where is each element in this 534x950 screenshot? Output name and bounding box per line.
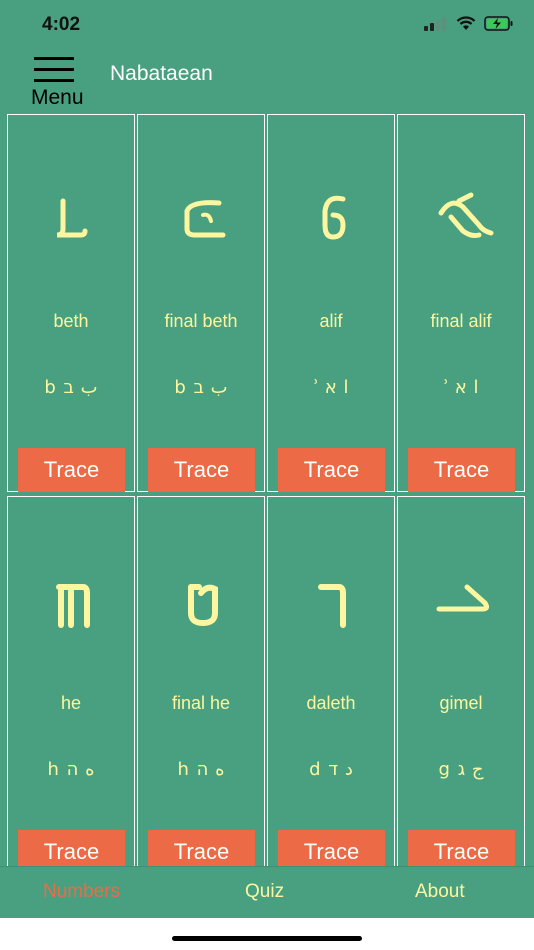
menu-label: Menu [31, 86, 84, 109]
menu-button[interactable]: Menu [30, 52, 100, 110]
home-indicator-area [0, 918, 534, 950]
letter-name: he [60, 693, 82, 713]
letter-name: gimel [439, 693, 483, 713]
letter-card-gimel: gimel g ج ג Trace [397, 496, 525, 866]
tab-quiz[interactable]: Quiz [245, 881, 284, 903]
letter-transliteration: b ب ב [44, 377, 98, 398]
trace-button[interactable]: Trace [18, 448, 125, 492]
bottom-tab-bar: Numbers Quiz About [0, 866, 534, 919]
letter-transliteration: d د ד [309, 759, 353, 780]
status-icons [424, 16, 514, 31]
trace-button[interactable]: Trace [408, 830, 515, 866]
letter-transliteration: ʾ ا א [443, 377, 479, 398]
letter-transliteration: h ه ה [47, 759, 95, 780]
nabataean-final-beth-glyph [138, 171, 264, 261]
nabataean-daleth-glyph [268, 553, 394, 643]
letter-transliteration: h ه ה [177, 759, 225, 780]
trace-button[interactable]: Trace [278, 830, 385, 866]
status-time: 4:02 [42, 14, 81, 35]
tab-about[interactable]: About [415, 881, 465, 903]
letter-transliteration: ʾ ا א [313, 377, 349, 398]
letter-card-alif: alif ʾ ا א Trace [267, 114, 395, 492]
trace-button[interactable]: Trace [18, 830, 125, 866]
nabataean-gimel-glyph [398, 553, 524, 643]
status-bar: 4:02 [0, 0, 534, 50]
trace-button[interactable]: Trace [278, 448, 385, 492]
nabataean-he-glyph [8, 553, 134, 643]
trace-button[interactable]: Trace [148, 830, 255, 866]
letter-card-beth: beth b ب ב Trace [7, 114, 135, 492]
hamburger-menu-icon [34, 57, 74, 82]
letter-name: alif [319, 311, 343, 331]
letter-name: daleth [306, 693, 356, 713]
letter-card-final-alif: final alif ʾ ا א Trace [397, 114, 525, 492]
letter-card-final-beth: final beth b ب ב Trace [137, 114, 265, 492]
app-bar: Menu Nabataean [0, 50, 534, 112]
nabataean-final-he-glyph [138, 553, 264, 643]
letter-card-he: he h ه ה Trace [7, 496, 135, 866]
letter-card-daleth: daleth d د ד Trace [267, 496, 395, 866]
letter-transliteration: g ج ג [438, 759, 484, 780]
letter-card-final-he: final he h ه ה Trace [137, 496, 265, 866]
battery-charging-icon [484, 16, 513, 31]
trace-button[interactable]: Trace [148, 448, 255, 492]
page-title: Nabataean [110, 62, 213, 85]
cellular-signal-icon [424, 16, 446, 31]
nabataean-alif-glyph [268, 171, 394, 261]
letter-name: final he [171, 693, 231, 713]
home-indicator[interactable] [172, 936, 362, 941]
letter-name: beth [53, 311, 89, 331]
nabataean-beth-glyph [8, 171, 134, 261]
nabataean-final-alif-glyph [398, 171, 524, 261]
letter-grid: beth b ب ב Trace final beth b ب ב Trace … [7, 114, 527, 866]
wifi-icon [456, 16, 476, 30]
trace-button[interactable]: Trace [408, 448, 515, 492]
tab-numbers[interactable]: Numbers [43, 881, 120, 903]
letter-grid-scroll[interactable]: beth b ب ב Trace final beth b ب ב Trace … [7, 114, 527, 866]
letter-transliteration: b ب ב [174, 377, 228, 398]
letter-name: final alif [430, 311, 492, 331]
letter-name: final beth [164, 311, 238, 331]
